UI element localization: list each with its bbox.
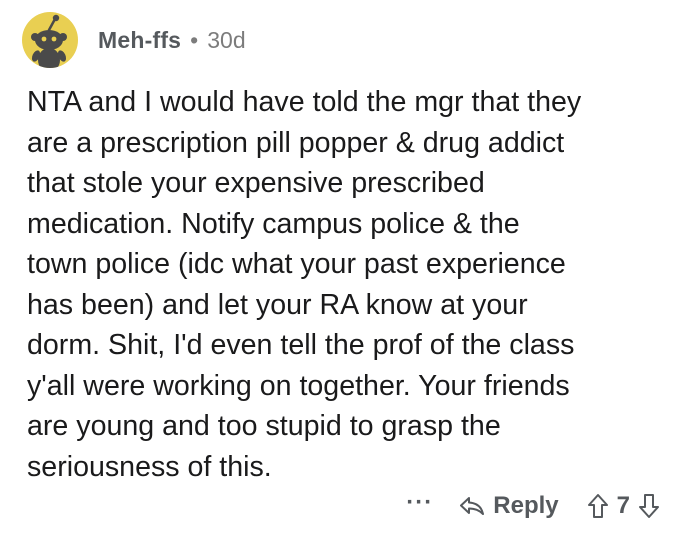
downvote-button[interactable] bbox=[638, 493, 660, 519]
downvote-arrow-icon bbox=[639, 494, 659, 518]
more-options-button[interactable]: ··· bbox=[406, 489, 433, 517]
avatar[interactable] bbox=[22, 12, 78, 68]
upvote-arrow-icon bbox=[587, 494, 608, 518]
comment-header: Meh-ffs • 30d bbox=[22, 12, 246, 68]
comment-body: NTA and I would have told the mgr that t… bbox=[27, 86, 582, 483]
reply-label: Reply bbox=[493, 492, 559, 519]
comment-age: 30d bbox=[207, 26, 246, 53]
comment: Meh-ffs • 30d NTA and I would have told … bbox=[0, 0, 700, 538]
snoo-avatar-icon bbox=[31, 14, 67, 68]
reply-button[interactable]: Reply bbox=[459, 492, 559, 520]
username[interactable]: Meh-ffs bbox=[98, 27, 181, 54]
vote-controls: 7 bbox=[587, 492, 660, 520]
comment-actions: ··· Reply 7 bbox=[406, 486, 660, 526]
vote-score: 7 bbox=[616, 492, 630, 519]
upvote-button[interactable] bbox=[587, 493, 609, 519]
reply-arrow-icon bbox=[460, 497, 485, 515]
meta-separator: • bbox=[190, 26, 199, 53]
